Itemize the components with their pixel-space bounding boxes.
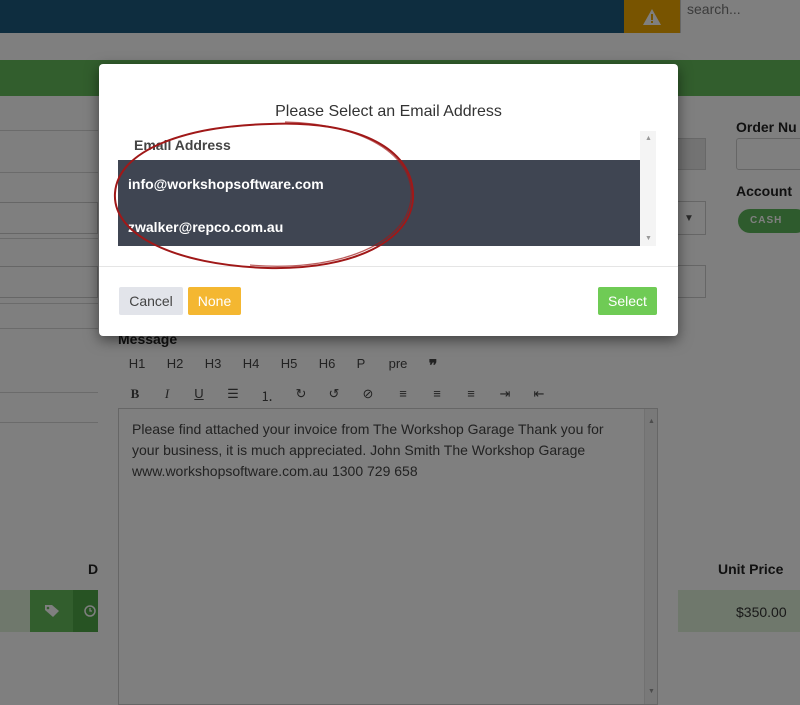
email-address-list[interactable]: Email Address info@workshopsoftware.com … (118, 131, 656, 246)
cancel-button[interactable]: Cancel (119, 287, 183, 315)
email-option[interactable]: zwalker@repco.com.au (128, 219, 283, 235)
email-list-header: Email Address (134, 137, 231, 153)
scroll-down-icon[interactable]: ▼ (645, 235, 652, 242)
email-option[interactable]: info@workshopsoftware.com (128, 176, 324, 192)
scroll-up-icon[interactable]: ▲ (645, 135, 652, 142)
email-options: info@workshopsoftware.com zwalker@repco.… (118, 160, 640, 246)
none-button[interactable]: None (188, 287, 241, 315)
dialog-title: Please Select an Email Address (275, 103, 502, 120)
select-email-dialog: Please Select an Email Address Email Add… (99, 64, 678, 336)
dialog-divider (99, 266, 678, 267)
select-button[interactable]: Select (598, 287, 657, 315)
list-scrollbar[interactable]: ▲ ▼ (640, 131, 656, 246)
